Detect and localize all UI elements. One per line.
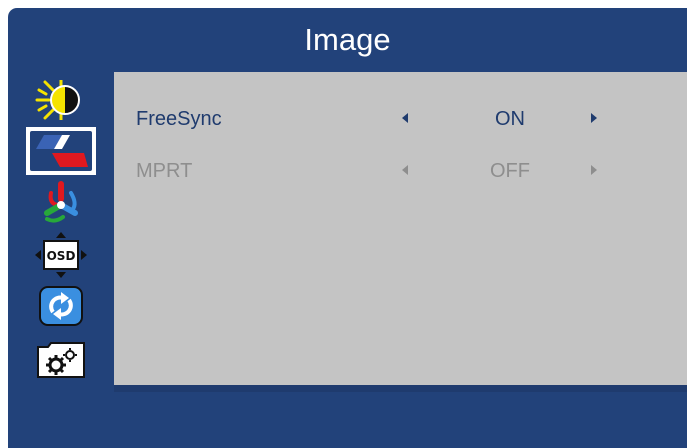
setting-label: FreeSync	[136, 108, 222, 130]
sidebar-item-osd[interactable]: OSD	[30, 231, 92, 278]
sidebar-item-image[interactable]	[26, 127, 96, 175]
setting-label: MPRT	[136, 160, 193, 182]
setting-row-freesync[interactable]: FreeSync ON	[114, 104, 687, 134]
menu-title: Image	[304, 22, 391, 57]
settings-panel: FreeSync ON MPRT OFF	[114, 72, 687, 385]
setting-value: ON	[495, 108, 525, 130]
title-bar: Image	[8, 8, 687, 72]
arrow-left-icon[interactable]	[402, 113, 408, 123]
osd-icon: OSD	[35, 231, 87, 278]
sidebar-item-color[interactable]	[30, 179, 92, 226]
osd-icon-label: OSD	[47, 249, 76, 263]
image-icon	[30, 131, 92, 171]
arrow-right-icon[interactable]	[591, 113, 597, 123]
sidebar-item-brightness[interactable]	[30, 76, 92, 123]
sidebar-item-settings[interactable]	[30, 335, 92, 382]
content-bottom-border	[114, 385, 687, 392]
sidebar-item-reset[interactable]	[30, 282, 92, 329]
settings-icon	[37, 341, 85, 378]
setting-value: OFF	[490, 160, 530, 182]
sidebar: OSD	[8, 72, 114, 392]
reset-icon	[39, 285, 83, 326]
color-icon	[44, 180, 78, 223]
setting-row-mprt[interactable]: MPRT OFF	[114, 156, 687, 186]
arrow-left-icon[interactable]	[402, 165, 408, 175]
brightness-contrast-icon	[35, 79, 80, 120]
bottom-bar	[8, 392, 687, 448]
osd-menu: Image OSD FreeSync ON MPRT OFF	[8, 8, 687, 448]
arrow-right-icon[interactable]	[591, 165, 597, 175]
